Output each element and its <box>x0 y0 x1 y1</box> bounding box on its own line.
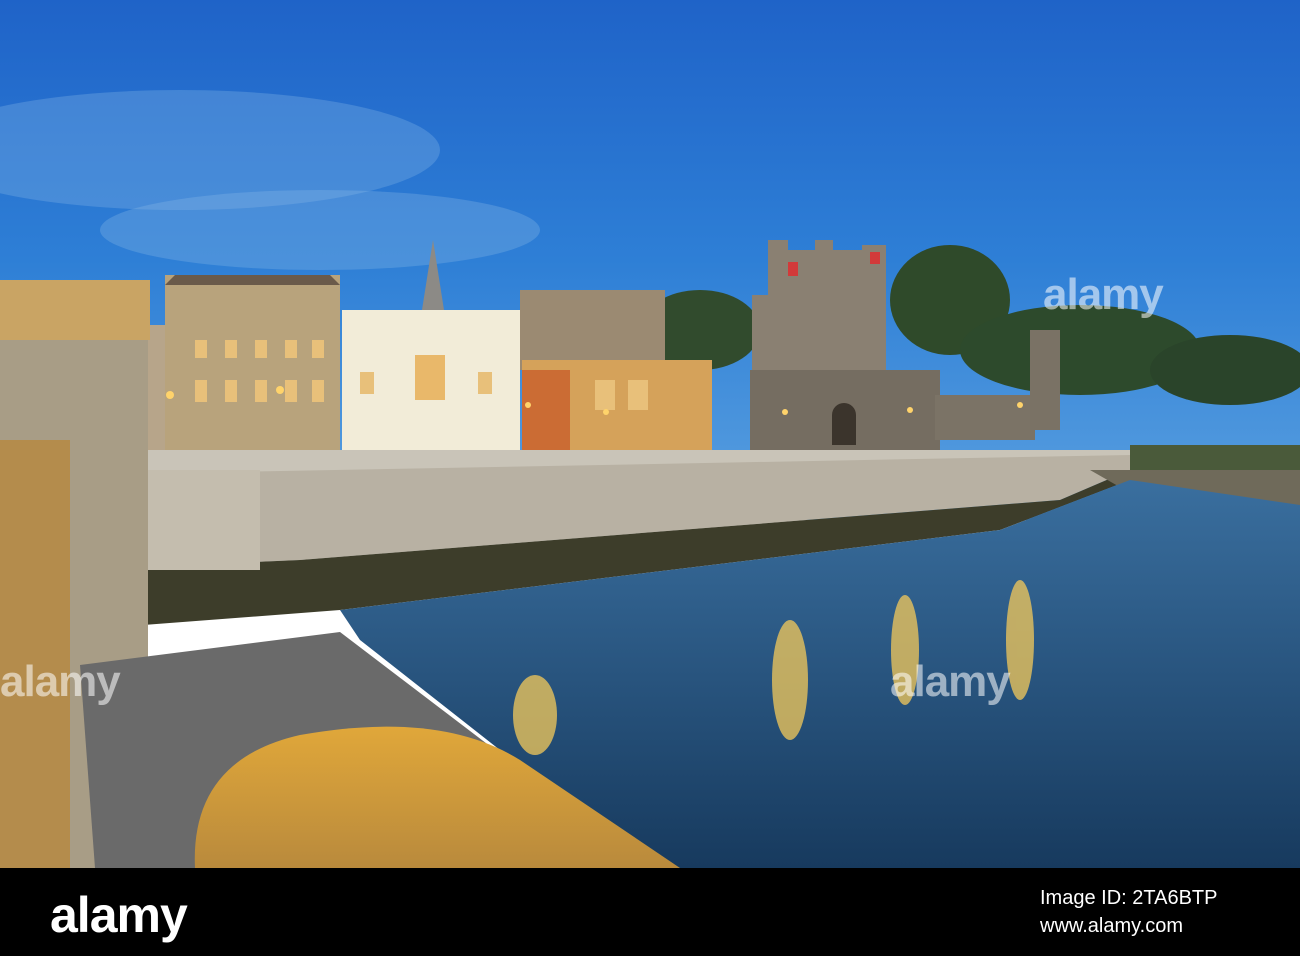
castle-turret <box>768 240 788 260</box>
cloud <box>100 190 540 270</box>
castle-turret <box>815 240 833 255</box>
photo: alamy alamy alamy <box>0 0 1300 868</box>
watermark-text: alamy <box>0 657 121 706</box>
building-brick <box>522 370 570 450</box>
castle-wall <box>935 395 1035 440</box>
castle-keep <box>768 250 886 370</box>
river-castle-scene <box>0 0 1300 868</box>
castle-wall <box>1030 330 1060 430</box>
watermark-text: alamy <box>890 657 1011 706</box>
bridge-pillar-face <box>0 440 70 868</box>
bridge-pillar-cap <box>0 280 150 340</box>
building <box>520 290 665 370</box>
castle-wall <box>752 295 772 375</box>
building-yellow-brick <box>165 275 340 450</box>
stock-photo-frame: alamy alamy alamy alamy Image ID: 2TA6BT… <box>0 0 1300 956</box>
roof <box>165 275 340 285</box>
watermark-text: alamy <box>1043 270 1164 319</box>
alamy-logo: alamy <box>50 887 188 943</box>
site-url: www.alamy.com <box>1040 915 1183 937</box>
castle-gate <box>832 403 856 445</box>
window-lit <box>415 355 445 400</box>
image-meta: Image ID: 2TA6BTP www.alamy.com <box>1040 884 1217 940</box>
stock-footer: alamy Image ID: 2TA6BTP www.alamy.com <box>0 868 1300 956</box>
castle-light <box>788 262 798 276</box>
castle-light <box>870 252 880 264</box>
image-id: Image ID: 2TA6BTP <box>1040 887 1218 909</box>
